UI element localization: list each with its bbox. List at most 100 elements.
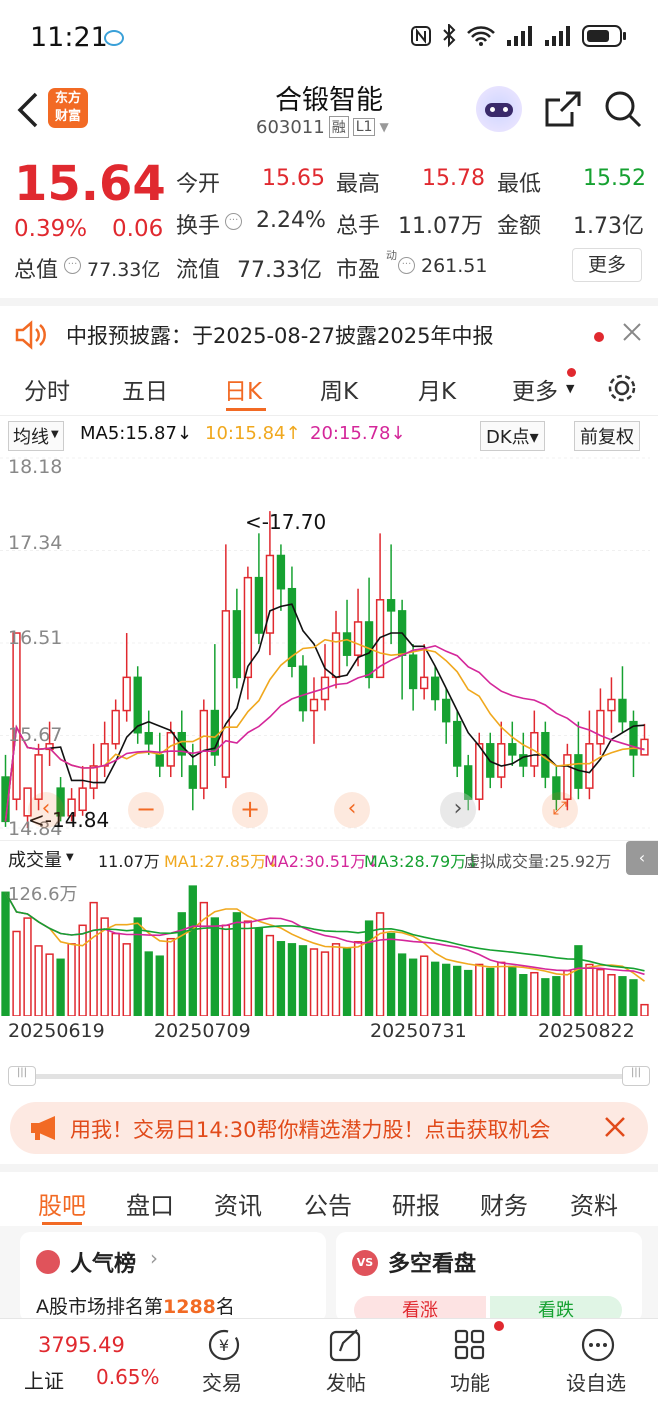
turnover-value: 2.24%	[256, 208, 326, 233]
tab-daily-k[interactable]: 日K	[224, 372, 262, 406]
volume-label: 总手	[336, 214, 381, 239]
tab-research[interactable]: 研报	[392, 1186, 440, 1221]
index-name: 上证	[24, 1369, 64, 1393]
scroll-handle-right[interactable]: |||	[622, 1066, 650, 1086]
volume-bar	[464, 969, 473, 1016]
zoom-in-button[interactable]: +	[232, 792, 268, 828]
signal-icon-2	[545, 26, 570, 46]
stock-code-row[interactable]: 603011 融 L1 ▼	[256, 116, 389, 138]
chart-icon	[36, 1250, 60, 1274]
search-icon[interactable]	[604, 90, 642, 128]
info-icon[interactable]: ···	[64, 257, 81, 274]
volume-bar	[23, 917, 32, 1016]
tab-announcements[interactable]: 公告	[304, 1186, 352, 1221]
volume-bar	[265, 934, 275, 1016]
promo-banner[interactable]: 用我！交易日14:30帮你精选潜力股！点击获取机会	[10, 1102, 648, 1154]
fullscreen-button[interactable]: ⤢	[542, 792, 578, 828]
float-value: 77.33亿	[237, 258, 322, 283]
tab-finance[interactable]: 财务	[480, 1186, 528, 1221]
quote-panel: 15.64 0.39% 0.06 今开 15.65 最高 15.78 最低 15…	[0, 150, 658, 292]
tab-news[interactable]: 资讯	[214, 1186, 262, 1221]
info-icon[interactable]: ···	[398, 257, 415, 274]
dk-button[interactable]: DK点▾	[480, 421, 545, 451]
tab-weekly-k[interactable]: 周K	[320, 372, 358, 406]
nfc-icon	[411, 26, 431, 46]
chart-tabs: 分时 五日 日K 周K 月K 更多 ▼	[0, 360, 658, 416]
tab-profile[interactable]: 资料	[570, 1186, 618, 1221]
volume-bar	[585, 963, 594, 1016]
kline-chart[interactable]: 18.18 17.34 16.51 15.67 14.84 <-17.70 <-…	[0, 452, 658, 840]
volume-bar	[563, 969, 572, 1016]
volume-bar	[12, 930, 21, 1016]
index-widget[interactable]: 3795.49 上证 0.65%	[0, 1319, 170, 1415]
candle	[331, 632, 341, 679]
bull-bear-card[interactable]: VS 多空看盘 看涨 看跌	[336, 1232, 642, 1324]
adjust-button[interactable]: 前复权	[574, 421, 640, 451]
candle	[276, 554, 286, 590]
volume-value: 11.07万	[398, 214, 483, 239]
popularity-card[interactable]: 人气榜 › A股市场排名第1288名	[20, 1232, 326, 1322]
candle	[298, 665, 308, 712]
tab-active-indicator	[226, 408, 266, 411]
level-tag: L1	[352, 118, 376, 136]
megaphone-icon	[31, 1116, 55, 1140]
tab-guba[interactable]: 股吧	[38, 1186, 86, 1221]
notice-bar[interactable]: 中报预披露：于2025-08-27披露2025年中报	[0, 298, 658, 360]
volume-selector[interactable]: 成交量 ▼	[8, 846, 74, 872]
close-icon[interactable]	[604, 1116, 626, 1138]
clock: 11:21	[30, 22, 108, 53]
candle	[12, 632, 21, 800]
zoom-out-button[interactable]: −	[128, 792, 164, 828]
volume-bar	[221, 924, 231, 1016]
volume-bar	[155, 955, 164, 1016]
chart-scrollbar[interactable]: ||| |||	[8, 1066, 650, 1086]
pan-prev-button[interactable]: ‹	[334, 792, 370, 828]
vol-axis-label: 126.6万	[8, 884, 78, 905]
ma-selector[interactable]: 均线 ▼	[8, 421, 64, 451]
trade-button[interactable]: ¥ 交易	[190, 1319, 260, 1415]
volume-bar	[243, 920, 253, 1016]
candle	[188, 765, 197, 789]
candle	[309, 698, 319, 712]
volume-bar	[497, 961, 506, 1016]
open-value: 15.65	[262, 166, 325, 191]
candle	[353, 621, 363, 656]
post-button[interactable]: 发帖	[312, 1319, 382, 1415]
unread-dot	[567, 368, 576, 377]
tab-pankou[interactable]: 盘口	[126, 1186, 174, 1221]
scroll-handle-left[interactable]: |||	[8, 1066, 36, 1086]
volume-bar	[254, 927, 264, 1016]
add-watchlist-button[interactable]: 设自选	[560, 1319, 640, 1415]
tab-five-day[interactable]: 五日	[122, 372, 168, 406]
volume-bar	[34, 945, 43, 1016]
share-icon[interactable]	[544, 90, 582, 128]
tab-intraday[interactable]: 分时	[24, 372, 70, 406]
status-bar: 11:21	[0, 0, 658, 78]
more-button[interactable]: 更多	[572, 248, 642, 282]
volume-bar	[574, 945, 583, 1016]
volume-bar	[508, 965, 517, 1016]
candle	[607, 698, 616, 712]
volume-bar	[541, 978, 550, 1016]
tab-monthly-k[interactable]: 月K	[418, 372, 456, 406]
volume-bar	[56, 958, 65, 1016]
ma20-value: 20:15.78↓	[310, 423, 406, 444]
volume-bar	[210, 917, 219, 1016]
cards-row: 人气榜 › A股市场排名第1288名 VS 多空看盘 看涨 看跌	[0, 1226, 658, 1324]
candle	[122, 676, 131, 712]
info-icon[interactable]: ···	[225, 213, 242, 230]
candle	[408, 654, 418, 690]
signal-icon-1	[507, 26, 532, 46]
volume-bar	[89, 901, 98, 1016]
gear-icon[interactable]	[606, 372, 638, 404]
volume-chart[interactable]: 126.6万	[0, 874, 658, 1016]
tab-more[interactable]: 更多	[512, 372, 558, 406]
pan-next-button[interactable]: ›	[440, 792, 476, 828]
function-button[interactable]: 功能	[436, 1319, 506, 1415]
close-icon[interactable]	[622, 322, 642, 342]
pan-left-button[interactable]: ‹	[28, 792, 64, 828]
collapse-button[interactable]: ‹	[626, 841, 658, 875]
assistant-robot-icon[interactable]	[476, 86, 522, 132]
volume-bar	[475, 963, 484, 1016]
edit-icon	[329, 1329, 361, 1362]
